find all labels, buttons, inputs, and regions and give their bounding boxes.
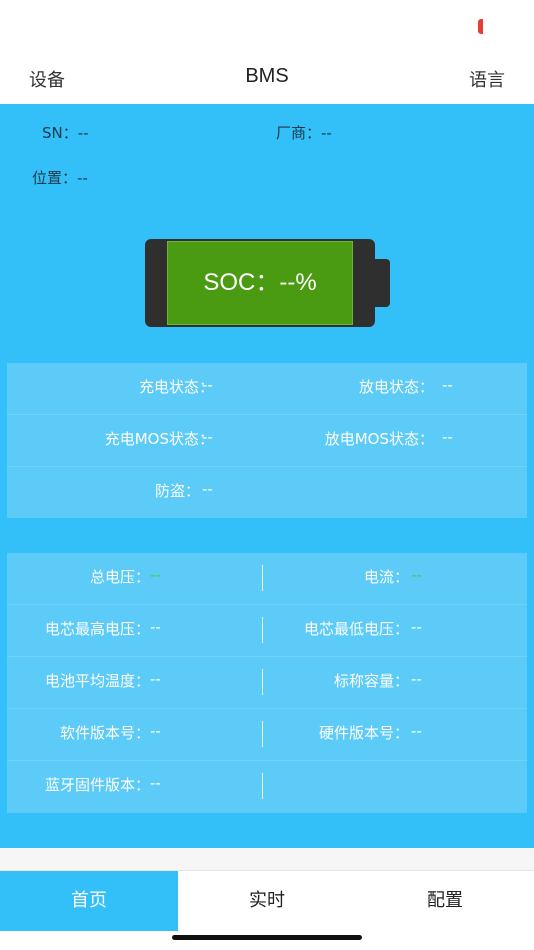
tab-home[interactable]: 首页 bbox=[0, 871, 178, 931]
total-voltage: 总电压： bbox=[7, 566, 150, 587]
discharge-mos-status: 放电MOS状态： bbox=[267, 428, 434, 449]
battery-terminal-cap bbox=[374, 259, 390, 307]
row-divider bbox=[7, 708, 527, 709]
current-value-text: -- bbox=[411, 566, 422, 584]
row-divider bbox=[7, 604, 527, 605]
status-panel: 充电状态： -- 放电状态： -- 充电MOS状态： -- 放电MOS状态： -… bbox=[7, 363, 527, 518]
software-version-value: -- bbox=[150, 722, 161, 740]
nominal-capacity-value: -- bbox=[411, 670, 422, 688]
metrics-panel: 总电压： -- 电流： -- 电芯最高电压： -- 电芯最低电压： -- 电池平… bbox=[7, 553, 527, 813]
total-voltage-label: 总电压： bbox=[89, 568, 150, 586]
row-divider bbox=[7, 656, 527, 657]
bluetooth-firmware-value: -- bbox=[150, 774, 161, 792]
cell-min-voltage-value: -- bbox=[411, 618, 422, 636]
avg-temperature-value: -- bbox=[150, 670, 161, 688]
discharge-mos-value: -- bbox=[442, 428, 453, 446]
column-divider bbox=[262, 565, 263, 591]
charge-status-value: -- bbox=[202, 376, 213, 394]
nav-bar: 设备 BMS 语言 bbox=[0, 52, 534, 104]
sn-info: SN：-- bbox=[42, 122, 89, 143]
charge-mos-status: 充电MOS状态： bbox=[7, 428, 214, 449]
charge-mos-label: 充电MOS状态： bbox=[104, 430, 214, 448]
discharge-status-label: 放电状态： bbox=[358, 378, 434, 396]
anti-theft-label: 防盗： bbox=[154, 482, 200, 500]
row-divider bbox=[7, 414, 527, 415]
location-value: -- bbox=[77, 169, 88, 187]
soc-readout: SOC：--% bbox=[203, 269, 317, 296]
cell-min-voltage: 电芯最低电压： bbox=[269, 618, 409, 639]
total-voltage-value: -- bbox=[150, 566, 161, 584]
location-info: 位置：-- bbox=[32, 167, 88, 188]
charge-status: 充电状态： bbox=[7, 376, 214, 397]
discharge-status: 放电状态： bbox=[267, 376, 434, 397]
battery-indicator-icon bbox=[478, 19, 483, 34]
discharge-mos-label: 放电MOS状态： bbox=[324, 430, 434, 448]
software-version: 软件版本号： bbox=[7, 722, 150, 743]
hardware-version: 硬件版本号： bbox=[269, 722, 409, 743]
total-voltage-value-text: -- bbox=[150, 566, 161, 584]
section-gap bbox=[0, 848, 534, 870]
cell-max-voltage: 电芯最高电压： bbox=[7, 618, 150, 639]
column-divider bbox=[262, 721, 263, 747]
vendor-info: 厂商：-- bbox=[276, 122, 332, 143]
nominal-capacity-label: 标称容量： bbox=[333, 672, 409, 690]
bluetooth-firmware-version: 蓝牙固件版本： bbox=[7, 774, 150, 795]
nominal-capacity: 标称容量： bbox=[269, 670, 409, 691]
current-value: -- bbox=[411, 566, 422, 584]
row-divider bbox=[7, 466, 527, 467]
avg-temperature-label: 电池平均温度： bbox=[44, 672, 150, 690]
bluetooth-firmware-label: 蓝牙固件版本： bbox=[44, 776, 150, 794]
software-version-label: 软件版本号： bbox=[59, 724, 150, 742]
status-bar bbox=[0, 0, 534, 52]
column-divider bbox=[262, 669, 263, 695]
cell-min-voltage-label: 电芯最低电压： bbox=[303, 620, 409, 638]
current: 电流： bbox=[269, 566, 409, 587]
tab-realtime[interactable]: 实时 bbox=[178, 871, 356, 931]
discharge-status-value: -- bbox=[442, 376, 453, 394]
tab-bar: 首页 实时 配置 bbox=[0, 870, 534, 931]
home-indicator[interactable] bbox=[172, 935, 362, 940]
row-divider bbox=[7, 760, 527, 761]
sn-value: -- bbox=[77, 124, 89, 142]
anti-theft-value: -- bbox=[202, 480, 213, 498]
column-divider bbox=[262, 617, 263, 643]
hardware-version-label: 硬件版本号： bbox=[318, 724, 409, 742]
location-label: 位置： bbox=[32, 169, 78, 187]
page-title: BMS bbox=[245, 65, 289, 87]
vendor-value: -- bbox=[321, 124, 332, 142]
avg-temperature: 电池平均温度： bbox=[7, 670, 150, 691]
sn-label: SN： bbox=[42, 124, 78, 142]
hardware-version-value: -- bbox=[411, 722, 422, 740]
charge-mos-value: -- bbox=[202, 428, 213, 446]
column-divider bbox=[262, 773, 263, 799]
cell-max-voltage-label: 电芯最高电压： bbox=[44, 620, 150, 638]
anti-theft: 防盗： bbox=[7, 480, 200, 501]
main-content: SN：-- 厂商：-- 位置：-- SOC：--% 充电状态： -- 放电状态：… bbox=[0, 104, 534, 848]
current-label: 电流： bbox=[363, 568, 409, 586]
tab-config[interactable]: 配置 bbox=[356, 871, 534, 931]
vendor-label: 厂商： bbox=[276, 124, 322, 142]
language-button[interactable]: 语言 bbox=[469, 66, 505, 92]
cell-max-voltage-value: -- bbox=[150, 618, 161, 636]
